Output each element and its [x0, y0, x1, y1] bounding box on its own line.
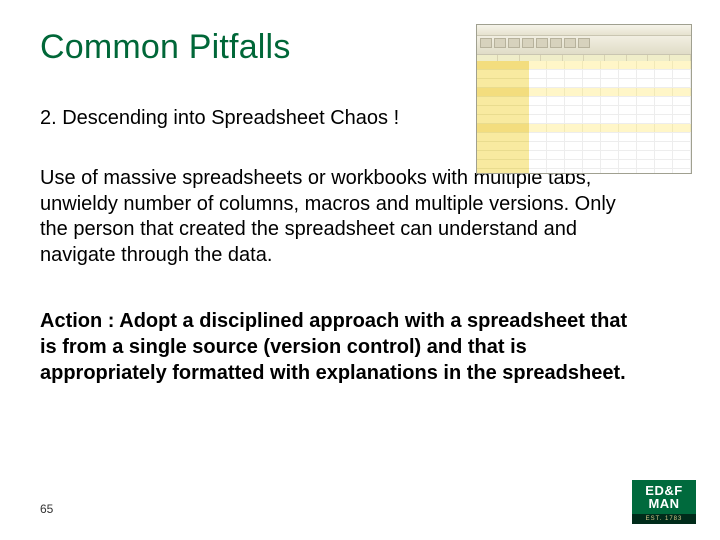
logo-est: EST. 1783	[632, 514, 696, 524]
logo-text: ED&F MAN	[632, 480, 696, 514]
spreadsheet-thumbnail	[476, 24, 692, 174]
action-text: Action : Adopt a disciplined approach wi…	[40, 308, 640, 386]
brand-logo: ED&F MAN EST. 1783	[632, 480, 696, 524]
page-number: 65	[40, 502, 53, 516]
logo-line2: MAN	[648, 496, 679, 511]
slide: Common Pitfalls 2. Descending into Sprea…	[0, 0, 720, 540]
body-text: Use of massive spreadsheets or workbooks…	[40, 166, 640, 268]
